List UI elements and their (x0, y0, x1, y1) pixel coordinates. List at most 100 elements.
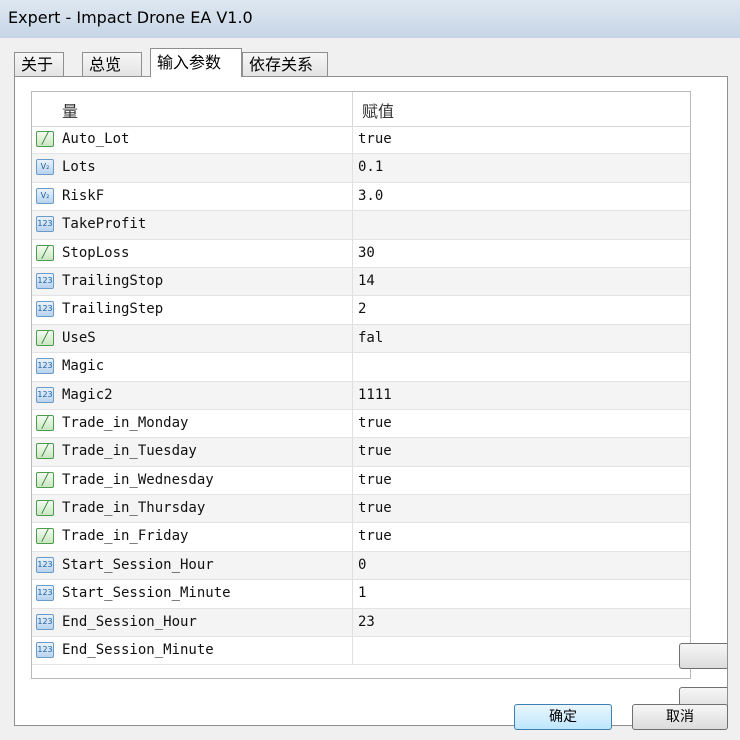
load-button[interactable] (679, 643, 727, 669)
parameter-name: End_Session_Minute (62, 642, 214, 659)
cell-divider (352, 495, 353, 523)
column-divider[interactable] (352, 92, 353, 126)
boolean-type-icon: ╱ (36, 244, 54, 261)
title-bar: Expert - Impact Drone EA V1.0 (0, 0, 740, 39)
parameter-name: Trade_in_Monday (62, 414, 189, 431)
parameter-name: TakeProfit (62, 216, 147, 233)
cell-divider (352, 580, 353, 608)
cancel-button[interactable]: 取消 (632, 704, 728, 730)
cell-divider (352, 296, 353, 324)
integer-type-icon: 123 (36, 386, 54, 403)
double-type-icon: V₂ (36, 159, 54, 176)
parameter-name: TrailingStop (62, 272, 164, 289)
parameter-value[interactable]: true (358, 131, 392, 147)
parameter-value[interactable]: 1 (358, 585, 366, 601)
parameter-row[interactable]: ╱ Trade_in_Wednesday true (32, 466, 690, 496)
parameter-name: Trade_in_Friday (62, 528, 189, 545)
parameter-name: Trade_in_Tuesday (62, 443, 197, 460)
cell-divider (352, 608, 353, 637)
column-header-variable[interactable]: 量 (62, 98, 78, 122)
ok-button[interactable]: 确定 (514, 704, 612, 730)
parameter-name: End_Session_Hour (62, 613, 197, 630)
integer-type-icon: 123 (36, 358, 54, 375)
parameter-value[interactable]: 2 (358, 301, 366, 317)
integer-type-icon: 123 (36, 216, 54, 233)
parameter-row[interactable]: 123 End_Session_Minute (32, 637, 690, 666)
integer-type-icon: 123 (36, 613, 54, 630)
cell-divider (352, 637, 353, 665)
boolean-type-icon: ╱ (36, 329, 54, 346)
parameter-row[interactable]: 123 Start_Session_Hour 0 (32, 551, 690, 581)
parameter-value[interactable]: 0 (358, 557, 366, 573)
parameter-name: Auto_Lot (62, 131, 130, 147)
double-type-icon: V₂ (36, 187, 54, 204)
parameter-value[interactable]: 1111 (358, 387, 392, 403)
parameter-row[interactable]: V₂ RiskF 3.0 (32, 182, 690, 212)
parameter-row[interactable]: 123 TrailingStop 14 (32, 267, 690, 297)
parameter-row[interactable]: ╱ Trade_in_Friday true (32, 523, 690, 552)
parameter-row[interactable]: V₂ Lots 0.1 (32, 154, 690, 183)
parameters-list: ╱ Auto_Lot true V₂ Lots 0.1 V₂ RiskF 3.0 123 TakeP… (32, 126, 690, 666)
parameter-value[interactable]: fal (358, 330, 383, 346)
parameter-value[interactable]: true (358, 528, 392, 544)
cell-divider (352, 211, 353, 239)
parameter-row[interactable]: 123 End_Session_Hour 23 (32, 608, 690, 638)
parameter-value[interactable]: true (358, 443, 392, 459)
parameter-name: Trade_in_Thursday (62, 500, 206, 517)
boolean-type-icon: ╱ (36, 471, 54, 488)
parameter-row[interactable]: 123 Start_Session_Minute 1 (32, 580, 690, 609)
parameter-value[interactable]: 23 (358, 614, 375, 630)
cell-divider (352, 466, 353, 495)
parameter-value[interactable]: 14 (358, 273, 375, 289)
parameter-row[interactable]: ╱ Trade_in_Monday true (32, 409, 690, 439)
inputs-panel: 量 赋值 ╱ Auto_Lot true V₂ Lots 0.1 V₂ RiskF 3.0 123… (14, 76, 728, 726)
cell-divider (352, 409, 353, 438)
cell-divider (352, 267, 353, 296)
tab-dependencies[interactable]: 依存关系 (242, 52, 328, 76)
tab-common[interactable]: 总览 (82, 52, 142, 76)
parameter-value[interactable]: 0.1 (358, 159, 383, 175)
parameter-name: StopLoss (62, 244, 130, 261)
cell-divider (352, 438, 353, 466)
parameter-value[interactable]: true (358, 472, 392, 488)
parameter-row[interactable]: 123 Magic2 1111 (32, 381, 690, 410)
parameter-row[interactable]: ╱ UseS fal (32, 324, 690, 354)
tab-about[interactable]: 关于 (14, 52, 64, 76)
parameter-name: Magic (62, 358, 105, 375)
boolean-type-icon: ╱ (36, 131, 54, 147)
boolean-type-icon: ╱ (36, 414, 54, 431)
parameter-value[interactable]: 3.0 (358, 188, 383, 204)
column-header-value[interactable]: 赋值 (362, 98, 394, 122)
boolean-type-icon: ╱ (36, 528, 54, 545)
cell-divider (352, 324, 353, 353)
parameter-value[interactable]: true (358, 415, 392, 431)
parameter-name: Start_Session_Minute (62, 585, 231, 602)
parameter-value[interactable]: 30 (358, 245, 375, 261)
tab-inputs[interactable]: 输入参数 (150, 48, 242, 77)
boolean-type-icon: ╱ (36, 443, 54, 460)
boolean-type-icon: ╱ (36, 500, 54, 517)
parameter-row[interactable]: ╱ StopLoss 30 (32, 239, 690, 268)
parameter-name: Trade_in_Wednesday (62, 471, 214, 488)
parameters-grid: 量 赋值 ╱ Auto_Lot true V₂ Lots 0.1 V₂ RiskF 3.0 123… (31, 91, 691, 679)
dialog-body: 关于 总览 输入参数 依存关系 量 赋值 ╱ Auto_Lot true V₂ Lots… (0, 38, 740, 740)
parameter-name: Start_Session_Hour (62, 556, 214, 573)
parameter-row[interactable]: 123 Magic (32, 353, 690, 382)
parameter-row[interactable]: ╱ Trade_in_Thursday true (32, 495, 690, 524)
cell-divider (352, 182, 353, 211)
parameter-row[interactable]: 123 TrailingStep 2 (32, 296, 690, 325)
cell-divider (352, 154, 353, 182)
parameter-name: RiskF (62, 187, 105, 204)
parameter-name: Magic2 (62, 386, 113, 403)
integer-type-icon: 123 (36, 556, 54, 573)
parameter-name: Lots (62, 159, 96, 176)
parameter-row[interactable]: 123 TakeProfit (32, 211, 690, 240)
integer-type-icon: 123 (36, 642, 54, 659)
cell-divider (352, 126, 353, 154)
grid-header: 量 赋值 (32, 92, 690, 127)
cell-divider (352, 353, 353, 381)
parameter-row[interactable]: ╱ Auto_Lot true (32, 126, 690, 155)
integer-type-icon: 123 (36, 585, 54, 602)
parameter-value[interactable]: true (358, 500, 392, 516)
parameter-row[interactable]: ╱ Trade_in_Tuesday true (32, 438, 690, 467)
